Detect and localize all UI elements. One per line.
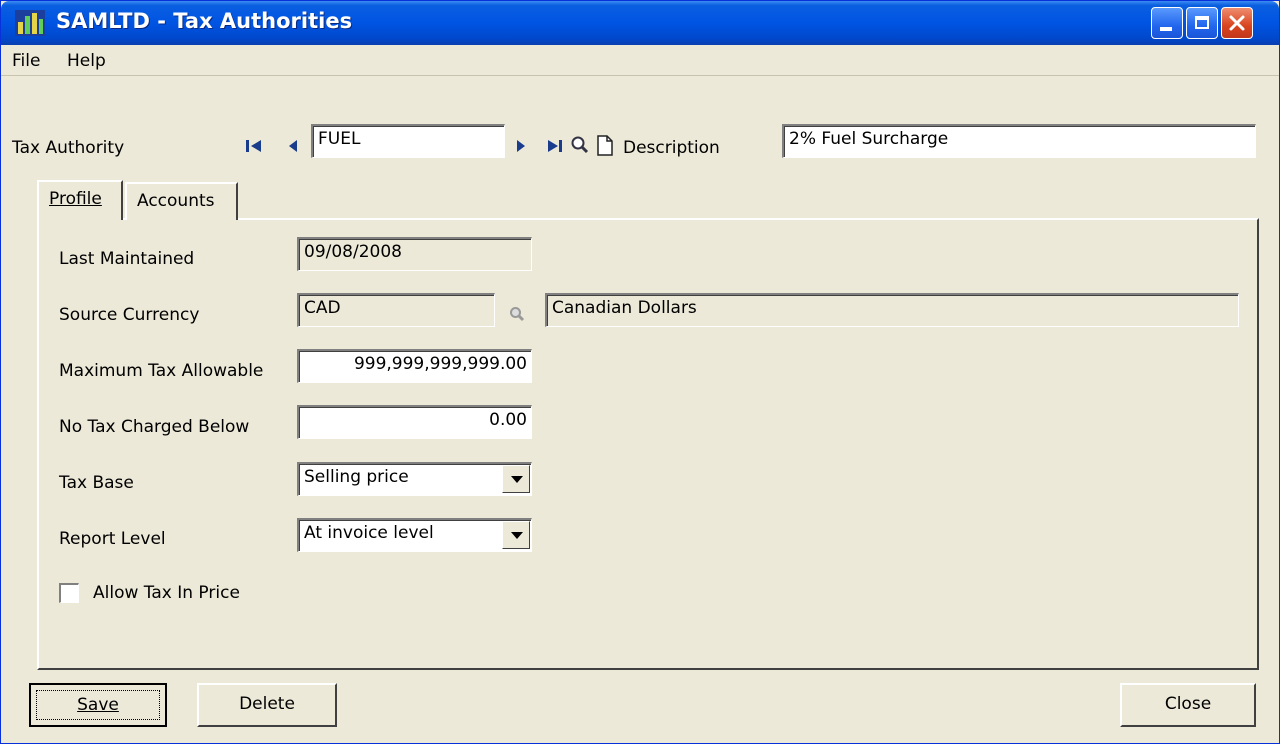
source-currency-name-field: Canadian Dollars [545,293,1239,327]
max-tax-allowable-input[interactable]: 999,999,999,999.00 [297,349,532,383]
maximize-button[interactable] [1186,7,1218,39]
report-level-label: Report Level [59,529,166,549]
tax-base-label: Tax Base [59,473,134,493]
app-icon [15,10,45,36]
save-button[interactable]: Save [29,683,167,727]
tab-profile[interactable]: Profile [37,180,123,220]
next-record-icon[interactable] [515,138,527,154]
title-bar[interactable]: SAMLTD - Tax Authorities [1,1,1279,45]
source-currency-label: Source Currency [59,305,200,325]
tax-base-select[interactable]: Selling price [297,462,532,496]
description-label: Description [623,138,720,158]
report-level-select[interactable]: At invoice level [297,518,532,552]
save-button-label: Save [77,695,119,715]
delete-button-label: Delete [239,694,295,714]
allow-tax-in-price-checkbox[interactable] [59,583,79,603]
last-maintained-label: Last Maintained [59,249,195,269]
tax-base-value: Selling price [304,467,409,487]
last-maintained-field: 09/08/2008 [297,237,532,271]
allow-tax-in-price-label: Allow Tax In Price [93,583,240,603]
max-tax-allowable-label: Maximum Tax Allowable [59,361,264,381]
previous-record-icon[interactable] [287,138,299,154]
menu-bar: File Help [1,45,1279,76]
tax-authority-label: Tax Authority [12,138,125,158]
tax-authorities-window: SAMLTD - Tax Authorities File Help Tax A… [0,0,1280,744]
delete-button[interactable]: Delete [197,683,337,727]
search-icon[interactable] [570,135,590,155]
close-button-label: Close [1164,694,1212,714]
last-record-icon[interactable] [546,138,564,154]
no-tax-charged-below-input[interactable]: 0.00 [297,405,532,439]
minimize-button[interactable] [1151,7,1183,39]
first-record-icon[interactable] [245,138,263,154]
chevron-down-icon[interactable] [502,521,530,549]
tax-authority-input[interactable]: FUEL [311,124,505,158]
tab-accounts[interactable]: Accounts [125,182,238,220]
tab-accounts-label: Accounts [137,191,215,211]
source-currency-code-field: CAD [297,293,495,327]
description-input[interactable]: 2% Fuel Surcharge [782,124,1256,158]
no-tax-charged-below-label: No Tax Charged Below [59,417,250,437]
tab-profile-label: Profile [49,189,102,209]
report-level-value: At invoice level [304,523,434,543]
close-button[interactable]: Close [1120,683,1256,727]
chevron-down-icon[interactable] [502,465,530,493]
menu-file[interactable]: File [12,51,40,71]
close-window-button[interactable] [1221,7,1253,39]
window-title: SAMLTD - Tax Authorities [56,9,353,33]
new-record-icon[interactable] [596,135,614,156]
close-icon [1229,15,1245,31]
menu-help[interactable]: Help [67,51,106,71]
currency-finder-icon[interactable] [509,306,525,322]
